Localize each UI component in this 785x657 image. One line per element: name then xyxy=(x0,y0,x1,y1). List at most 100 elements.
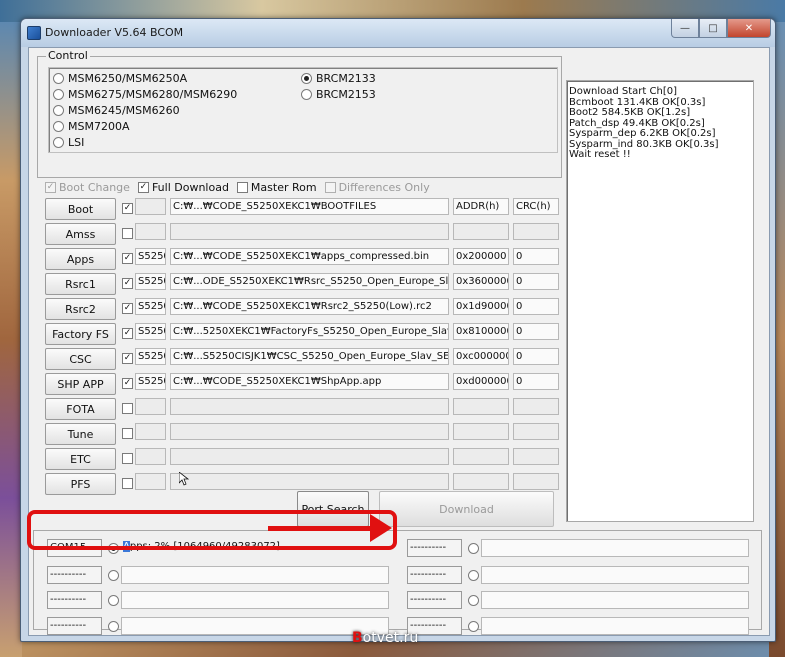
log-line: Wait reset !! xyxy=(569,149,631,160)
radio-label: LSI xyxy=(68,136,85,149)
full-download-checkbox[interactable]: ✓ Full Download xyxy=(137,181,229,194)
checkbox-icon[interactable] xyxy=(122,228,133,239)
apps-button[interactable]: Apps xyxy=(45,248,116,270)
crc-field[interactable]: 0 xyxy=(513,323,559,340)
address-field[interactable]: 0x200000 xyxy=(453,248,509,265)
port-radio-icon[interactable] xyxy=(468,595,479,606)
tune-button[interactable]: Tune xyxy=(45,423,116,445)
crc-field[interactable]: 0 xyxy=(513,248,559,265)
file-path-field[interactable] xyxy=(170,423,449,440)
address-field[interactable]: 0xd0000000 xyxy=(453,373,509,390)
boot-change-checkbox[interactable]: ✓ Boot Change xyxy=(45,181,130,194)
rsrc1-button[interactable]: Rsrc1 xyxy=(45,273,116,295)
file-path-field[interactable] xyxy=(170,448,449,465)
radio-icon xyxy=(53,137,64,148)
maximize-button[interactable]: □ xyxy=(699,19,727,38)
crc-field[interactable] xyxy=(513,423,559,440)
radio-msm6275[interactable]: MSM6275/MSM6280/MSM6290 xyxy=(53,88,237,101)
port-radio-icon[interactable] xyxy=(108,621,119,632)
file-path-field[interactable]: C:₩...₩CODE_S5250XEKC1₩ShpApp.app xyxy=(170,373,449,390)
close-button[interactable]: ✕ xyxy=(727,19,771,38)
file-path-field[interactable]: C:₩...₩CODE_S5250XEKC1₩Rsrc2_S5250(Low).… xyxy=(170,298,449,315)
radio-msm7200a[interactable]: MSM7200A xyxy=(53,120,129,133)
port-status xyxy=(121,566,389,584)
address-field[interactable]: ADDR(h) xyxy=(453,198,509,215)
checkbox-icon[interactable] xyxy=(122,453,133,464)
address-field[interactable]: 0x3600000 xyxy=(453,273,509,290)
title-bar[interactable]: Downloader V5.64 BCOM — □ ✕ xyxy=(21,19,775,47)
radio-msm6250[interactable]: MSM6250/MSM6250A xyxy=(53,72,187,85)
crc-field[interactable] xyxy=(513,448,559,465)
checkbox-checked-icon[interactable]: ✓ xyxy=(122,353,133,364)
download-button[interactable]: Download xyxy=(379,491,554,527)
crc-field[interactable] xyxy=(513,473,559,490)
file-path-field[interactable] xyxy=(170,223,449,240)
port-radio-icon[interactable] xyxy=(108,570,119,581)
address-field[interactable]: 0x8100000 xyxy=(453,323,509,340)
file-path-field[interactable]: C:₩...₩CODE_S5250XEKC1₩apps_compressed.b… xyxy=(170,248,449,265)
checkbox-icon[interactable] xyxy=(122,428,133,439)
port-id: ---------- xyxy=(407,566,462,584)
checkbox-icon xyxy=(324,182,336,193)
crc-field[interactable]: 0 xyxy=(513,348,559,365)
file-path-field[interactable]: C:₩...S5250CISJK1₩CSC_S5250_Open_Europe_… xyxy=(170,348,449,365)
radio-brcm2133[interactable]: BRCM2133 xyxy=(301,72,376,85)
csc-button[interactable]: CSC xyxy=(45,348,116,370)
pfs-button[interactable]: PFS xyxy=(45,473,116,495)
factory-fs-button[interactable]: Factory FS xyxy=(45,323,116,345)
log-panel[interactable]: Download Start Ch[0] Bcmboot 131.4KB OK[… xyxy=(566,80,754,522)
checkbox-icon[interactable] xyxy=(122,478,133,489)
port-status xyxy=(481,566,749,584)
address-field[interactable] xyxy=(453,448,509,465)
radio-lsi[interactable]: LSI xyxy=(53,136,84,149)
checkbox-checked-icon[interactable]: ✓ xyxy=(122,278,133,289)
differences-only-checkbox[interactable]: Differences Only xyxy=(324,181,430,194)
crc-field[interactable]: 0 xyxy=(513,273,559,290)
address-field[interactable] xyxy=(453,223,509,240)
file-path-field[interactable] xyxy=(170,473,449,490)
radio-brcm2153[interactable]: BRCM2153 xyxy=(301,88,376,101)
desktop-background-left xyxy=(0,22,22,657)
port-radio-icon[interactable] xyxy=(468,543,479,554)
rsrc2-button[interactable]: Rsrc2 xyxy=(45,298,116,320)
master-rom-checkbox[interactable]: Master Rom xyxy=(236,181,317,194)
checkbox-icon[interactable] xyxy=(122,403,133,414)
file-path-field[interactable]: C:₩...ODE_S5250XEKC1₩Rsrc_S5250_Open_Eur… xyxy=(170,273,449,290)
etc-button[interactable]: ETC xyxy=(45,448,116,470)
checkbox-checked-icon[interactable]: ✓ xyxy=(122,253,133,264)
address-field[interactable]: 0x1d900000 xyxy=(453,298,509,315)
amss-button[interactable]: Amss xyxy=(45,223,116,245)
crc-field[interactable]: CRC(h) xyxy=(513,198,559,215)
checkbox-checked-icon[interactable]: ✓ xyxy=(122,378,133,389)
crc-field[interactable]: 0 xyxy=(513,298,559,315)
crc-field[interactable] xyxy=(513,398,559,415)
address-field[interactable]: 0xc0000000 xyxy=(453,348,509,365)
boot-button[interactable]: Boot xyxy=(45,198,116,220)
option-label: Boot Change xyxy=(59,181,130,194)
radio-selected-icon xyxy=(301,73,312,84)
address-field[interactable] xyxy=(453,398,509,415)
window-controls: — □ ✕ xyxy=(671,19,771,38)
watermark: Botvet.ru xyxy=(352,630,418,646)
checkbox-checked-icon[interactable]: ✓ xyxy=(122,303,133,314)
minimize-icon: — xyxy=(680,22,690,34)
port-radio-icon[interactable] xyxy=(468,570,479,581)
port-status xyxy=(481,591,749,609)
file-path-field[interactable]: C:₩...₩CODE_S5250XEKC1₩BOOTFILES xyxy=(170,198,449,215)
port-radio-icon[interactable] xyxy=(468,621,479,632)
address-field[interactable] xyxy=(453,473,509,490)
fota-button[interactable]: FOTA xyxy=(45,398,116,420)
port-radio-icon[interactable] xyxy=(108,595,119,606)
crc-field[interactable] xyxy=(513,223,559,240)
file-path-field[interactable] xyxy=(170,398,449,415)
checkbox-checked-icon[interactable]: ✓ xyxy=(122,203,133,214)
shp-app-button[interactable]: SHP APP xyxy=(45,373,116,395)
address-field[interactable] xyxy=(453,423,509,440)
options-row: ✓ Boot Change ✓ Full Download Master Rom D… xyxy=(45,181,430,194)
radio-msm6245[interactable]: MSM6245/MSM6260 xyxy=(53,104,180,117)
checkbox-checked-icon[interactable]: ✓ xyxy=(122,328,133,339)
file-path-field[interactable]: C:₩...5250XEKC1₩FactoryFs_S5250_Open_Eur… xyxy=(170,323,449,340)
minimize-button[interactable]: — xyxy=(671,19,699,38)
model-tag-field xyxy=(135,473,166,490)
crc-field[interactable]: 0 xyxy=(513,373,559,390)
